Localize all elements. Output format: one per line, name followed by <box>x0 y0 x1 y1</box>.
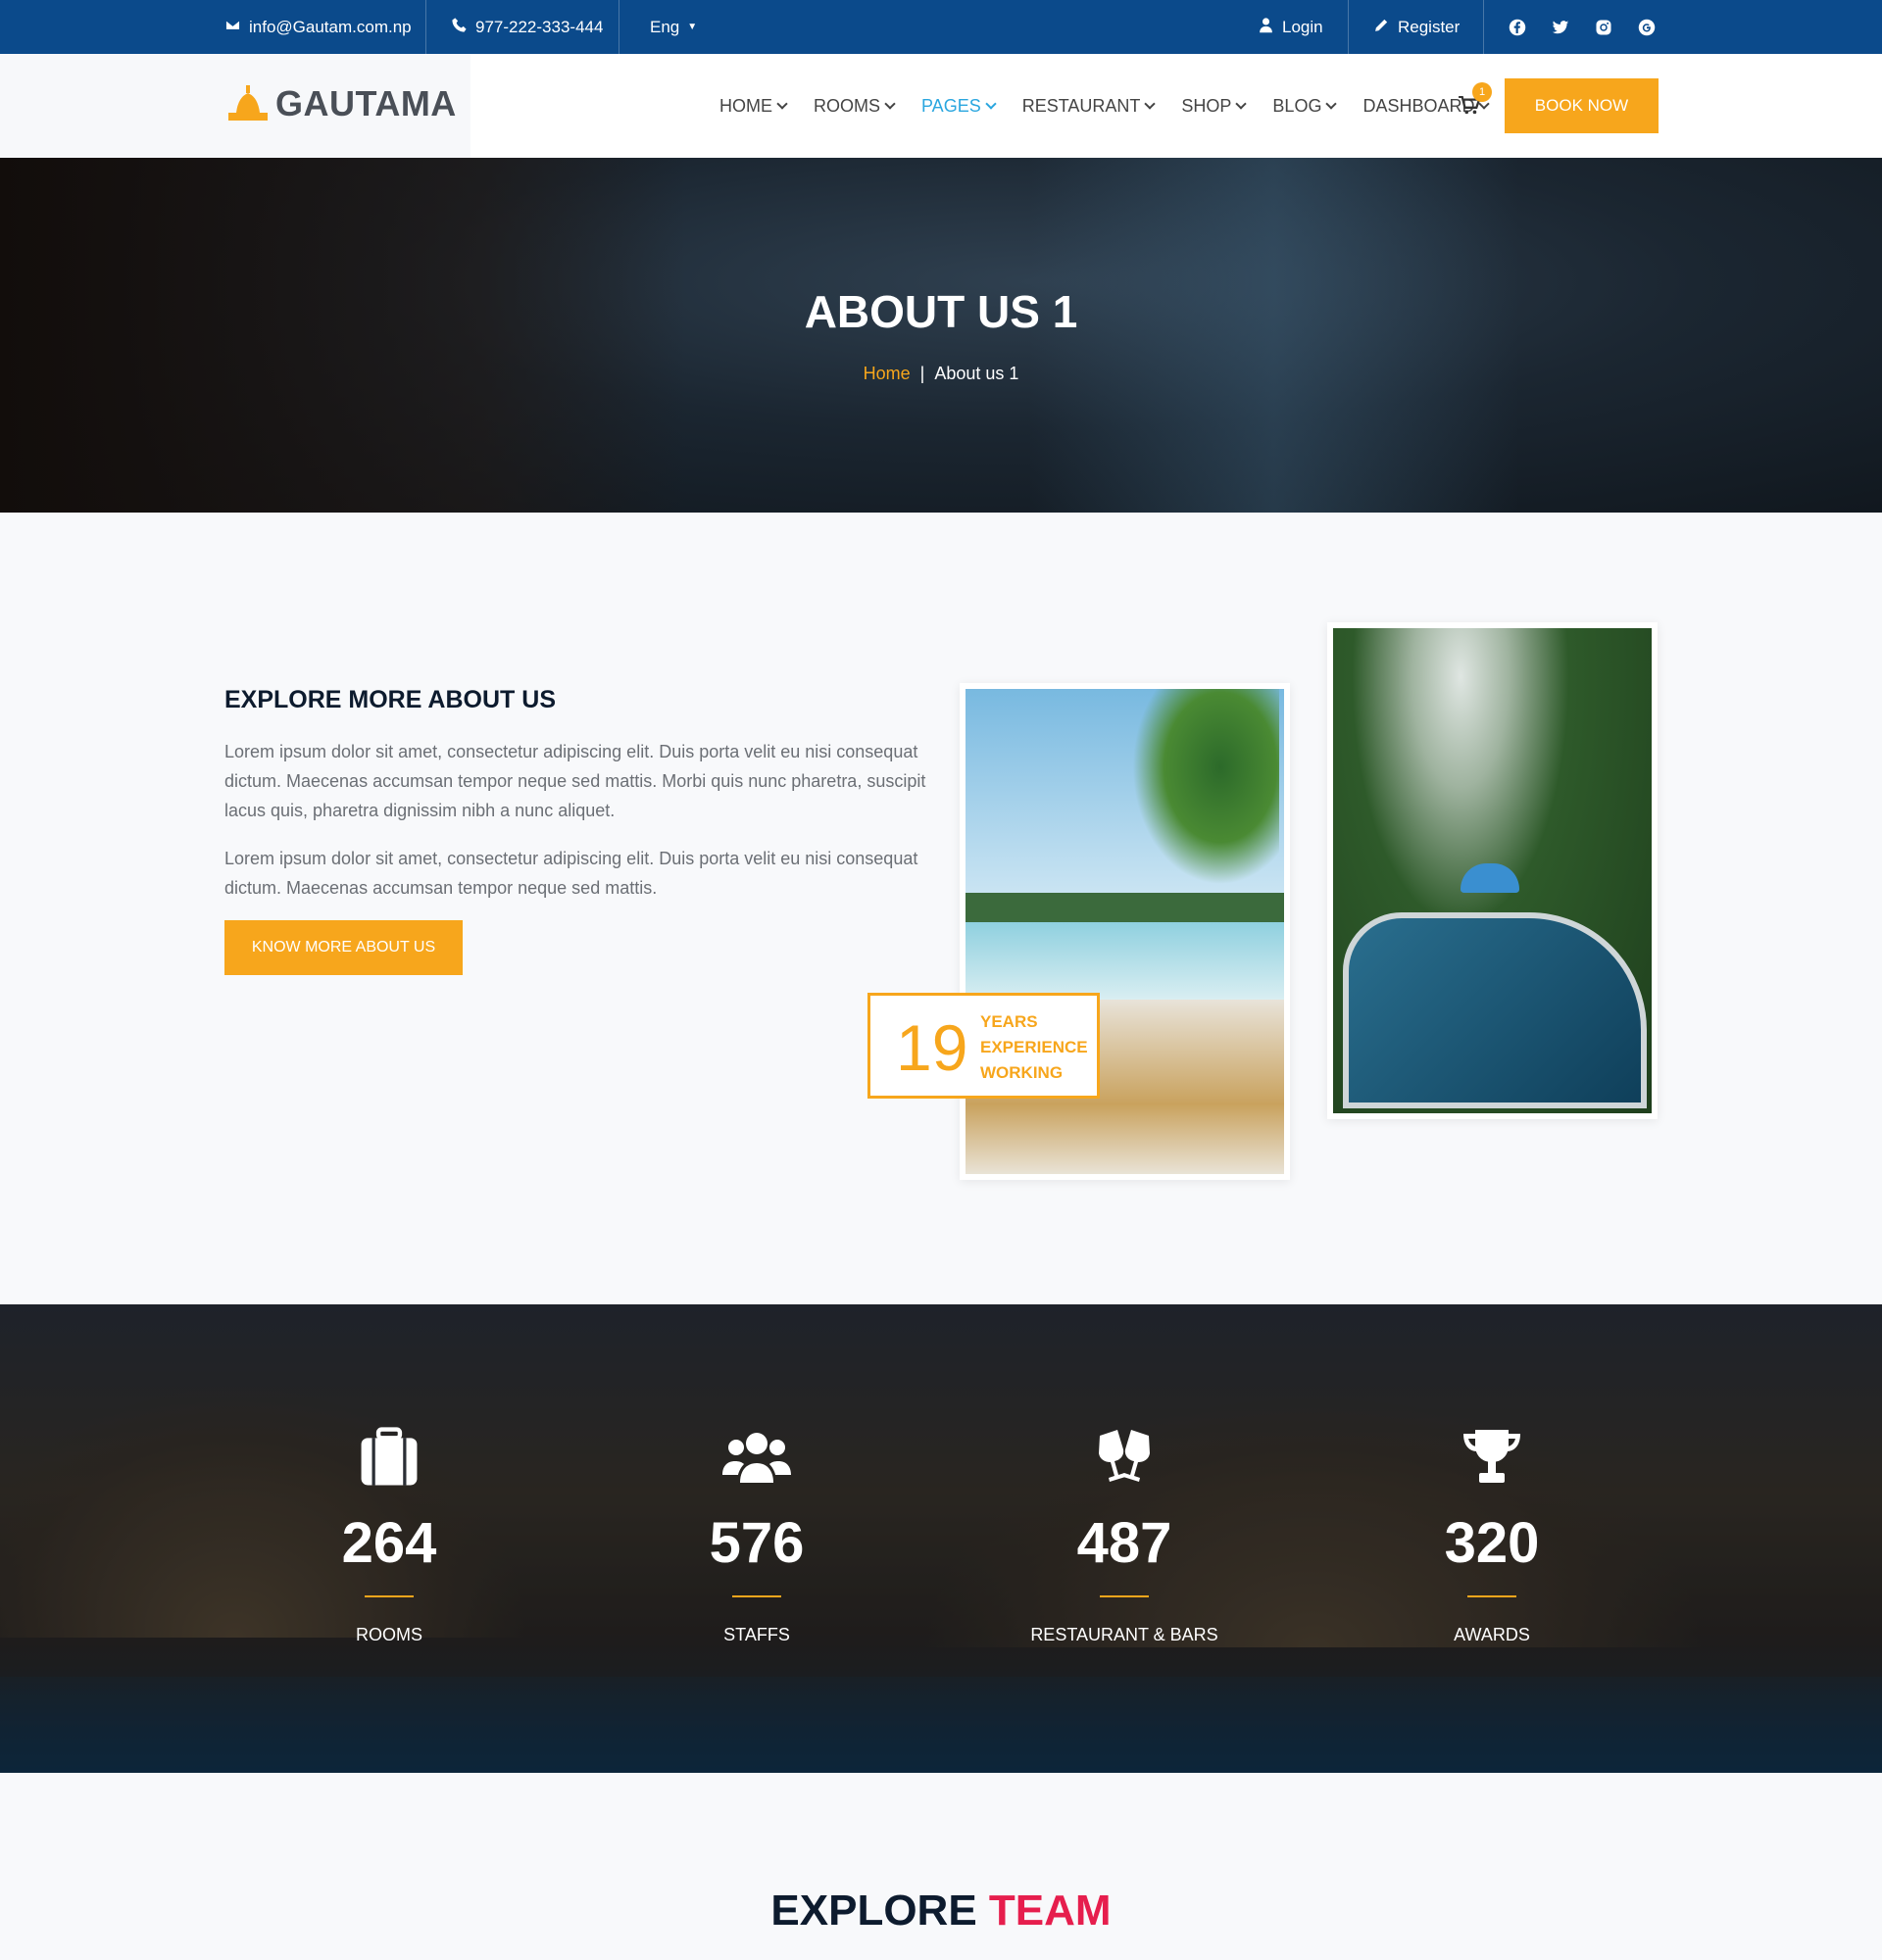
top-bar: info@Gautam.com.np 977-222-333-444 Eng ▼… <box>0 0 1882 54</box>
stat-label: STAFFS <box>723 1625 790 1644</box>
site-logo[interactable]: GAUTAMA <box>224 83 457 124</box>
stupa-icon <box>228 85 268 121</box>
cart-button[interactable]: 1 <box>1459 82 1492 121</box>
breadcrumb: Home | About us 1 <box>0 364 1882 384</box>
nav-label: BLOG <box>1272 95 1322 116</box>
page-hero: ABOUT US 1 Home | About us 1 <box>0 158 1882 513</box>
phone-icon <box>451 17 468 38</box>
page-title: ABOUT US 1 <box>804 286 1078 337</box>
stat-label: ROOMS <box>355 1625 422 1644</box>
nav-item-blog[interactable]: BLOG <box>1272 95 1338 117</box>
experience-line: EXPERIENCE <box>980 1038 1088 1056</box>
know-more-button[interactable]: KNOW MORE ABOUT US <box>224 920 463 975</box>
logo-text: GAUTAMA <box>275 83 457 123</box>
pool-photo <box>1327 622 1658 1119</box>
divider <box>425 0 426 54</box>
login-label: Login <box>1282 17 1323 36</box>
glasses-cheers-icon <box>1090 1427 1159 1488</box>
nav-item-pages[interactable]: PAGES <box>921 95 997 117</box>
about-paragraph: Lorem ipsum dolor sit amet, consectetur … <box>224 742 926 820</box>
main-navbar: GAUTAMA HOME ROOMS PAGES RESTAURANT SHOP… <box>0 54 1882 158</box>
google-icon[interactable] <box>1637 18 1657 37</box>
divider <box>1483 0 1484 54</box>
breadcrumb-current: About us 1 <box>934 364 1019 383</box>
user-icon <box>1258 17 1274 38</box>
nav-label: SHOP <box>1181 95 1232 116</box>
nav-label: RESTAURANT <box>1021 95 1141 116</box>
experience-line: YEARS <box>980 1012 1038 1031</box>
team-heading-accent: TEAM <box>988 1886 1112 1935</box>
stat-label: AWARDS <box>1454 1625 1530 1644</box>
email-link[interactable]: info@Gautam.com.np <box>224 0 412 54</box>
stat-value: 487 <box>1076 1511 1172 1575</box>
phone-link[interactable]: 977-222-333-444 <box>451 0 603 54</box>
twitter-icon[interactable] <box>1551 18 1570 37</box>
suitcase-icon <box>355 1427 423 1488</box>
phone-text: 977-222-333-444 <box>475 17 604 36</box>
nav-item-shop[interactable]: SHOP <box>1181 95 1248 117</box>
cart-icon <box>1459 95 1481 120</box>
cart-count-badge: 1 <box>1472 82 1492 102</box>
experience-text: YEARS EXPERIENCE WORKING <box>980 1009 1088 1086</box>
about-heading: EXPLORE MORE ABOUT US <box>224 686 556 713</box>
breadcrumb-separator: | <box>919 364 925 383</box>
chevron-down-icon <box>884 97 896 110</box>
language-select[interactable]: Eng ▼ <box>650 0 697 54</box>
nav-label: ROOMS <box>814 95 881 116</box>
team-heading: EXPLORE TEAM <box>0 1886 1882 1936</box>
facebook-icon[interactable] <box>1508 18 1527 37</box>
language-value: Eng <box>650 17 680 36</box>
divider <box>1348 0 1349 54</box>
pencil-icon <box>1373 17 1390 38</box>
register-label: Register <box>1398 17 1461 36</box>
users-icon <box>722 1427 791 1488</box>
email-text: info@Gautam.com.np <box>249 17 412 36</box>
stat-underline <box>732 1595 781 1597</box>
stat-value: 264 <box>341 1511 437 1575</box>
register-link[interactable]: Register <box>1373 0 1460 54</box>
trophy-icon <box>1458 1427 1526 1488</box>
nav-item-rooms[interactable]: ROOMS <box>814 95 896 117</box>
experience-number: 19 <box>896 1011 968 1084</box>
nav-item-restaurant[interactable]: RESTAURANT <box>1021 95 1157 117</box>
stat-value: 320 <box>1444 1511 1540 1575</box>
stat-value: 576 <box>709 1511 805 1575</box>
stat-underline <box>1100 1595 1149 1597</box>
experience-badge: 19 YEARS EXPERIENCE WORKING <box>867 993 1100 1099</box>
stat-label: RESTAURANT & BARS <box>1030 1625 1218 1644</box>
nav-label: PAGES <box>921 95 981 116</box>
chevron-down-icon <box>1144 97 1157 110</box>
about-paragraph: Lorem ipsum dolor sit amet, consectetur … <box>224 849 918 898</box>
nav-item-home[interactable]: HOME <box>719 95 788 117</box>
experience-line: WORKING <box>980 1063 1064 1082</box>
chevron-down-icon <box>985 97 997 110</box>
caret-down-icon: ▼ <box>687 22 698 32</box>
stat-underline <box>1467 1595 1516 1597</box>
stat-underline <box>365 1595 414 1597</box>
chevron-down-icon <box>1325 97 1338 110</box>
chevron-down-icon <box>776 97 788 110</box>
nav-label: HOME <box>719 95 772 116</box>
instagram-icon[interactable] <box>1594 18 1613 37</box>
social-links <box>1508 0 1657 54</box>
chevron-down-icon <box>1235 97 1248 110</box>
beach-photo <box>960 683 1290 1180</box>
breadcrumb-home-link[interactable]: Home <box>864 364 911 383</box>
team-heading-part: EXPLORE <box>770 1886 977 1935</box>
book-now-button[interactable]: BOOK NOW <box>1505 78 1659 133</box>
login-link[interactable]: Login <box>1258 0 1323 54</box>
envelope-icon <box>224 17 241 38</box>
nav-menu: HOME ROOMS PAGES RESTAURANT SHOP BLOG DA… <box>719 54 1491 158</box>
